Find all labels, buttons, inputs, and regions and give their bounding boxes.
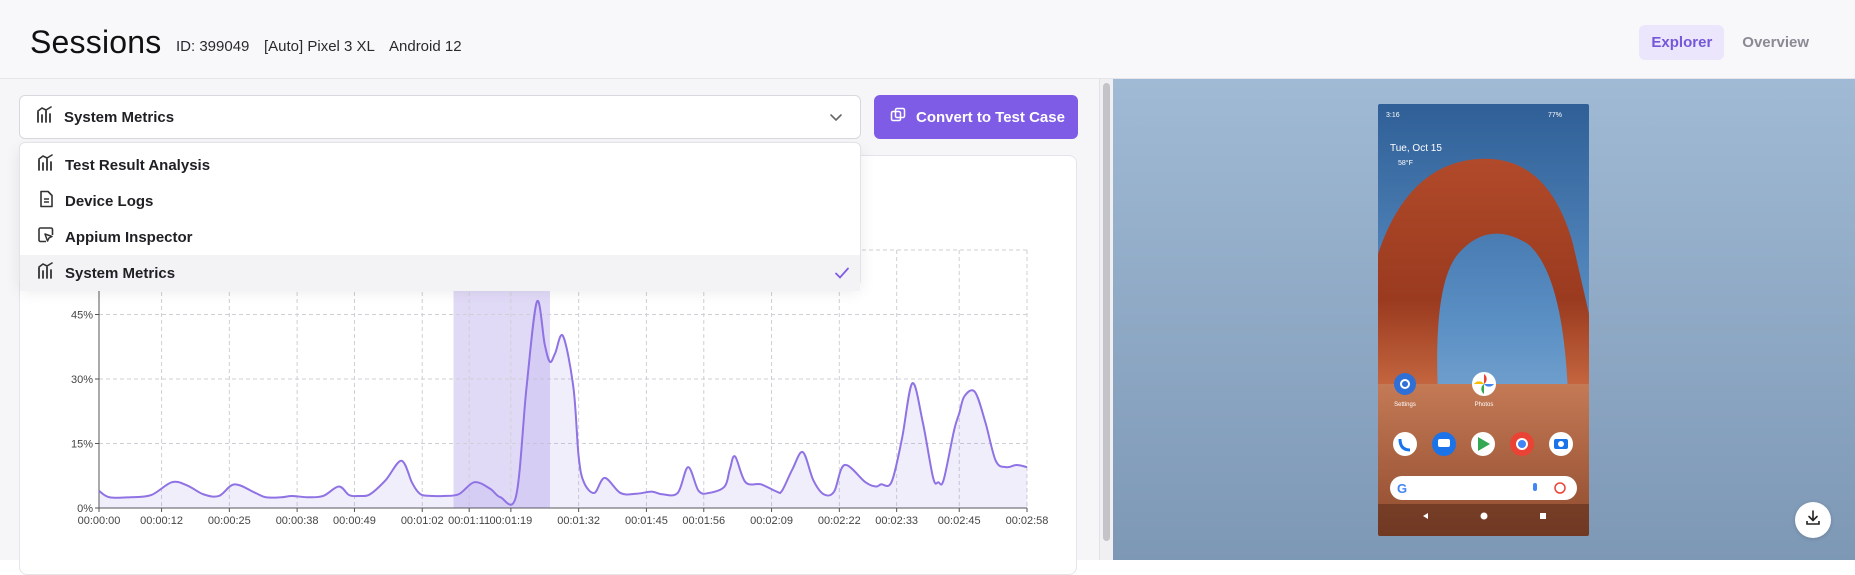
panel-select[interactable]: System Metrics [19,95,861,139]
os-version: Android 12 [389,38,462,55]
chart-icon [37,153,55,177]
x-tick-label: 00:01:32 [557,515,600,527]
x-tick-label: 00:01:02 [401,515,444,527]
battery-level: 77% [1548,112,1562,119]
chevron-down-icon [828,109,844,130]
header-bar: Sessions ID: 399049 [Auto] Pixel 3 XL An… [0,0,1855,79]
menu-item-label: Device Logs [65,192,154,210]
menu-item-label: System Metrics [65,264,176,282]
document-icon [37,190,55,213]
x-tick-label: 00:01:45 [625,515,668,527]
chart-icon [37,261,55,285]
x-tick-label: 00:00:38 [276,515,319,527]
settings-app-label: Settings [1394,402,1416,408]
google-search-bar[interactable] [1390,476,1577,500]
convert-to-test-case-button[interactable]: Convert to Test Case [874,95,1078,139]
mic-icon[interactable] [1533,483,1537,491]
download-icon [1804,509,1822,532]
panel-dropdown-menu: Test Result Analysis Device Logs Appium … [19,142,861,291]
home-date: Tue, Oct 15 [1390,143,1442,154]
menu-item-label: Test Result Analysis [65,156,211,174]
device-screenshot[interactable]: 3:16 77% Tue, Oct 15 58°F Settings Photo… [1378,104,1589,536]
photos-app-label: Photos [1475,402,1494,408]
convert-button-label: Convert to Test Case [916,108,1065,126]
y-tick-label: 30% [71,374,93,386]
y-tick-label: 0% [77,503,93,515]
status-time: 3:16 [1386,112,1400,119]
google-g-icon: G [1397,481,1407,496]
download-button[interactable] [1795,502,1831,538]
y-tick-label: 15% [71,439,93,451]
copy-icon [890,107,906,127]
photos-icon[interactable] [1472,372,1496,396]
nav-home-icon[interactable] [1480,512,1488,520]
menu-item-test-result-analysis[interactable]: Test Result Analysis [20,147,860,183]
nav-recents-icon[interactable] [1540,513,1546,519]
y-tick-label: 45% [71,310,93,322]
view-tabs: Explorer Overview [1639,25,1821,60]
page-title: Sessions [30,24,162,60]
menu-item-device-logs[interactable]: Device Logs [20,183,860,219]
x-tick-label: 00:00:00 [78,515,121,527]
inspector-icon [37,226,55,249]
scrollbar-thumb[interactable] [1103,83,1110,541]
x-tick-label: 00:00:12 [140,515,183,527]
x-tick-label: 00:01:11 [448,515,490,527]
menu-item-system-metrics[interactable]: System Metrics [20,255,860,291]
home-weather: 58°F [1398,159,1413,167]
x-tick-label: 00:02:09 [750,515,793,527]
x-tick-label: 00:01:56 [682,515,725,527]
panel-scrollbar[interactable] [1099,79,1113,560]
menu-item-label: Appium Inspector [65,228,193,246]
x-tick-label: 00:02:22 [818,515,861,527]
x-tick-label: 00:00:49 [333,515,376,527]
menu-item-appium-inspector[interactable]: Appium Inspector [20,219,860,255]
x-tick-label: 00:02:45 [938,515,981,527]
tab-explorer[interactable]: Explorer [1639,25,1725,60]
phone-icon[interactable] [1393,432,1417,456]
check-icon [834,265,850,286]
settings-icon[interactable] [1394,373,1416,395]
device-name: [Auto] Pixel 3 XL [264,38,375,55]
tab-overview[interactable]: Overview [1730,25,1821,60]
x-tick-label: 00:00:25 [208,515,251,527]
series-area [99,300,1027,508]
panel-select-value: System Metrics [64,108,175,126]
chart-icon [36,105,54,129]
x-tick-label: 00:02:58 [1006,515,1049,527]
x-tick-label: 00:01:19 [489,515,532,527]
x-tick-label: 00:02:33 [875,515,918,527]
session-id: ID: 399049 [176,38,250,55]
